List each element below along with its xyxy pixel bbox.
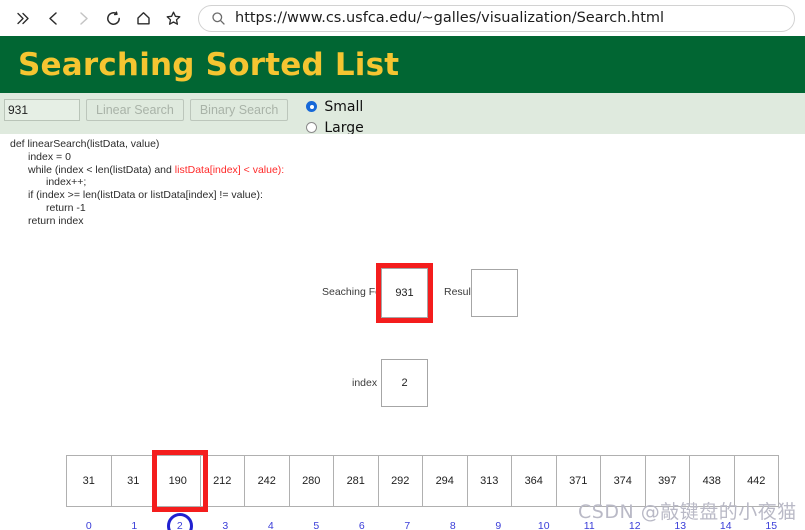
code-line-1: index = 0 xyxy=(28,150,71,163)
index-value-box: 2 xyxy=(381,359,428,407)
radio-label-small: Small xyxy=(324,98,364,115)
code-line-3: index++; xyxy=(46,176,87,189)
array-index-label: 12 xyxy=(628,520,641,530)
home-icon[interactable] xyxy=(128,3,158,33)
page-title: Searching Sorted List xyxy=(18,46,400,83)
array-index-label: 7 xyxy=(404,520,411,530)
array-value-cell: 242 xyxy=(244,455,290,507)
array-value-cell: 281 xyxy=(333,455,379,507)
code-line-5: return -1 xyxy=(46,201,86,214)
url-text: https://www.cs.usfca.edu/~galles/visuali… xyxy=(235,10,665,26)
index-label: index xyxy=(352,377,378,389)
array-cell-highlight-frame xyxy=(152,450,208,512)
array-index-label: 0 xyxy=(85,520,92,530)
array-value-cell: 364 xyxy=(511,455,557,507)
code-line-2-highlight: listData[index] < value): xyxy=(174,163,285,176)
code-line-0: def linearSearch(listData, value) xyxy=(10,138,160,150)
address-bar[interactable]: https://www.cs.usfca.edu/~galles/visuali… xyxy=(198,4,795,32)
forward-arrow-icon xyxy=(68,3,98,33)
chevron-double-right-icon[interactable] xyxy=(8,3,38,33)
code-line-2: while (index < len(listData) and xyxy=(28,163,175,176)
array-value-cell: 438 xyxy=(689,455,735,507)
array-value-cell: 371 xyxy=(555,455,601,507)
pseudocode-block: def linearSearch(listData, value) index … xyxy=(10,138,284,228)
array-value-cell: 294 xyxy=(422,455,468,507)
back-arrow-icon[interactable] xyxy=(38,3,68,33)
array-index-label: 4 xyxy=(267,520,274,530)
array-value-cell: 280 xyxy=(288,455,334,507)
code-line-4: if (index >= len(listData or listData[in… xyxy=(28,189,263,202)
array-index-label: 8 xyxy=(449,520,456,530)
search-icon xyxy=(212,11,225,25)
array-index-label: 1 xyxy=(131,520,138,530)
array-index-label: 15 xyxy=(765,520,778,530)
list-size-radio-group: Small Large xyxy=(306,97,364,137)
linear-search-button[interactable]: Linear Search xyxy=(86,99,184,121)
array-value-cell: 31 xyxy=(66,455,112,507)
array-value-cell: 397 xyxy=(644,455,690,507)
search-value-input[interactable] xyxy=(4,99,80,121)
array-index-label: 6 xyxy=(358,520,365,530)
array-index-label: 2 xyxy=(157,513,203,530)
array-index-label: 14 xyxy=(719,520,732,530)
array-value-cell: 313 xyxy=(466,455,512,507)
binary-search-button[interactable]: Binary Search xyxy=(189,99,289,121)
array-index-label: 5 xyxy=(313,520,320,530)
bookmark-star-icon[interactable] xyxy=(158,3,188,33)
result-value-box xyxy=(471,269,518,317)
radio-option-small[interactable]: Small xyxy=(306,97,363,116)
array-index-label: 13 xyxy=(674,520,687,530)
array-index-label: 3 xyxy=(222,520,229,530)
visualization-canvas[interactable]: def linearSearch(listData, value) index … xyxy=(0,134,805,530)
searching-for-highlight-frame xyxy=(376,263,433,323)
radio-dot-small-icon xyxy=(306,101,318,112)
index-row-first: 0 1 2 3 4 5 6 7 8 9 10 11 12 13 14 15 xyxy=(66,513,794,530)
code-line-6: return index xyxy=(28,214,84,227)
array-index-label: 11 xyxy=(583,520,595,530)
controls-bar: Linear Search Binary Search Small Large xyxy=(0,93,805,137)
result-label: Result xyxy=(444,286,474,298)
radio-dot-large-icon xyxy=(306,122,318,133)
array-value-cell: 374 xyxy=(600,455,646,507)
reload-icon[interactable] xyxy=(98,3,128,33)
array-index-label: 9 xyxy=(495,520,502,530)
array-index-label: 10 xyxy=(537,520,550,530)
array-value-cell: 442 xyxy=(733,455,779,507)
browser-toolbar: https://www.cs.usfca.edu/~galles/visuali… xyxy=(0,0,805,36)
array-value-cell: 31 xyxy=(110,455,156,507)
array-value-cell: 292 xyxy=(377,455,423,507)
page-header-banner: Searching Sorted List xyxy=(0,36,805,93)
